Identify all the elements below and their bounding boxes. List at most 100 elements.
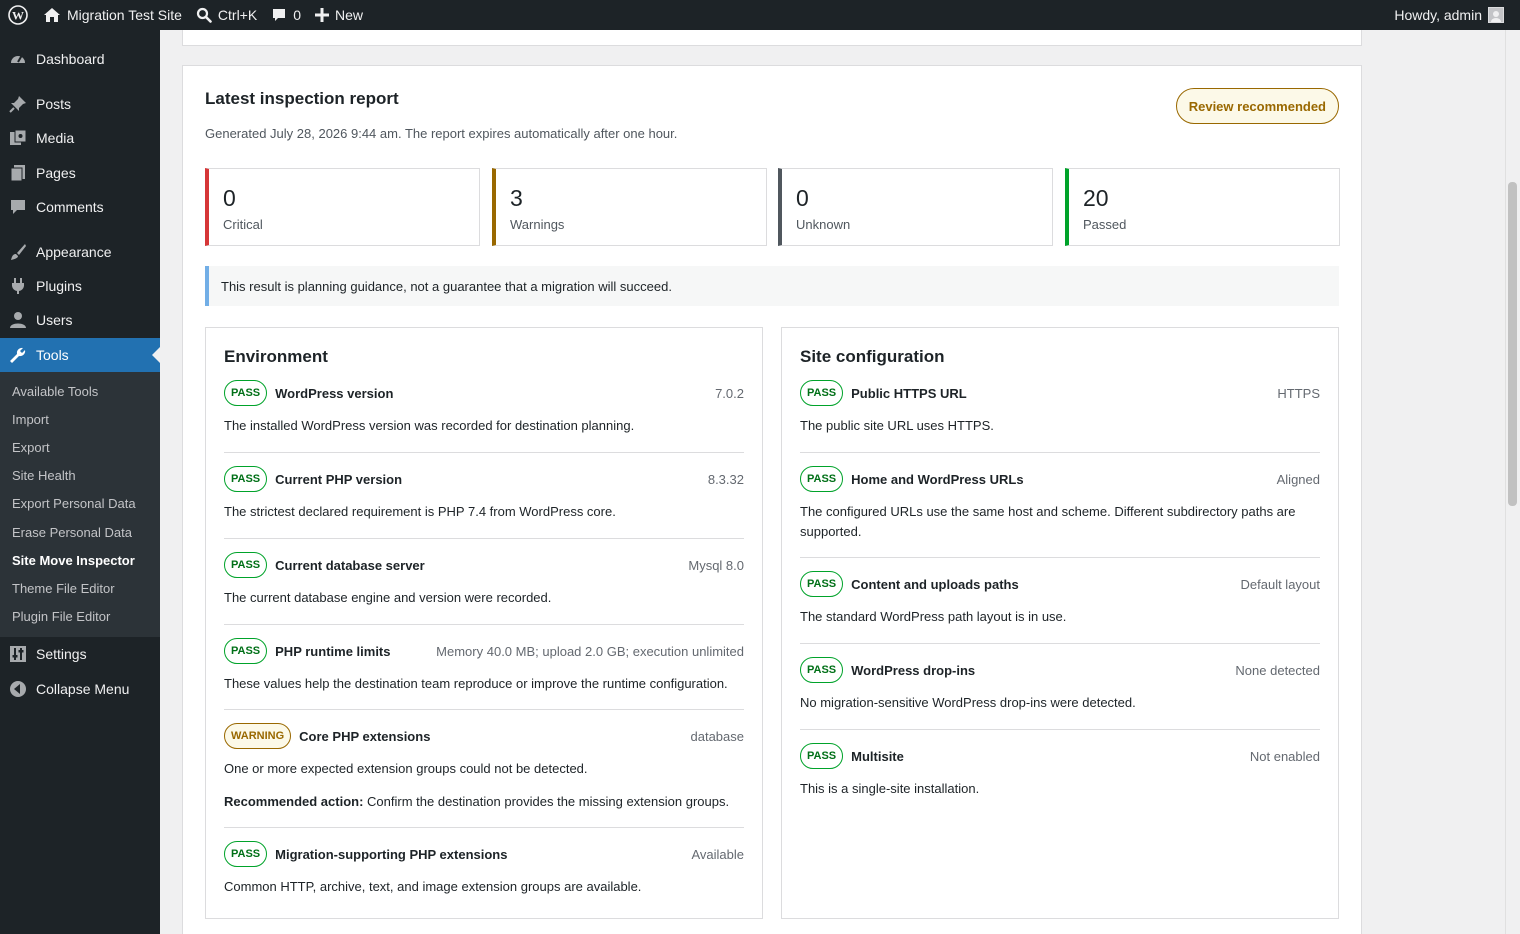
comments-link[interactable]: 0 [264,0,308,30]
check-name: Public HTTPS URL [851,385,967,401]
status-badge: PASS [224,380,268,406]
command-palette-link[interactable]: Ctrl+K [189,0,264,30]
stat-label: Critical [223,217,263,232]
search-shortcut: Ctrl+K [217,7,258,23]
stat-warnings: 3 Warnings [492,168,767,246]
submenu-item-erase-personal-data[interactable]: Erase Personal Data [12,523,132,543]
submenu-item-import[interactable]: Import [12,410,49,430]
check-value: Default layout [1240,576,1321,592]
check-description: One or more expected extension groups co… [224,761,588,776]
menu-label: Comments [36,199,104,215]
collapse-menu-button[interactable]: Collapse Menu [0,672,160,706]
menu-item-dashboard[interactable]: Dashboard [0,42,160,76]
check-item: PASS WordPress drop-ins None detected No m… [800,657,1320,713]
submenu-item-export[interactable]: Export [12,438,50,458]
dashboard-icon [0,50,36,68]
divider [800,643,1320,644]
recommended-action: Recommended action: Confirm the destinat… [224,792,744,812]
check-description: The standard WordPress path layout is in… [800,609,1067,624]
check-name: Core PHP extensions [299,728,431,744]
user-icon [0,311,36,329]
menu-label: Appearance [36,244,112,260]
wordpress-logo-icon[interactable]: W [0,0,36,30]
check-value: None detected [1235,662,1320,678]
menu-item-plugins[interactable]: Plugins [0,269,160,303]
status-badge: PASS [224,841,268,867]
brush-icon [0,243,36,261]
new-content-link[interactable]: New [308,0,370,30]
plus-icon [315,8,329,22]
panel-title: Site configuration [800,347,945,366]
menu-item-comments[interactable]: Comments [0,190,160,224]
status-badge: PASS [800,466,844,492]
check-description: The public site URL uses HTTPS. [800,418,994,433]
site-name: Migration Test Site [67,7,182,23]
status-badge: PASS [800,571,844,597]
check-value: Memory 40.0 MB; upload 2.0 GB; execution… [436,643,744,659]
submenu-item-plugin-file-editor[interactable]: Plugin File Editor [12,607,110,627]
check-item: PASS Current PHP version 8.3.32 The strict… [224,466,744,522]
inspection-report-card: Latest inspection report Generated July … [182,65,1362,934]
stat-passed: 20 Passed [1065,168,1340,246]
menu-label: Plugins [36,278,82,294]
stat-critical: 0 Critical [205,168,480,246]
menu-item-media[interactable]: Media [0,121,160,155]
my-account-link[interactable]: Howdy, admin [1394,0,1504,30]
menu-label: Pages [36,165,76,181]
check-item: PASS Home and WordPress URLs Aligned The c… [800,466,1320,542]
menu-item-posts[interactable]: Posts [0,87,160,121]
check-item: PASS Current database server Mysql 8.0 The… [224,552,744,608]
comment-icon [273,9,286,21]
check-description: This is a single-site installation. [800,781,980,796]
menu-label: Media [36,130,75,146]
menu-item-appearance[interactable]: Appearance [0,235,160,269]
submenu-item-site-move-inspector[interactable]: Site Move Inspector [12,551,135,571]
scrollbar-thumb[interactable] [1508,182,1517,506]
stat-unknown: 0 Unknown [778,168,1053,246]
site-name-link[interactable]: Migration Test Site [36,0,189,30]
check-item: PASS Migration-supporting PHP extensions A… [224,841,744,897]
menu-label: Dashboard [36,51,105,67]
status-badge: PASS [800,380,844,406]
check-item: WARNING Core PHP extensions database One o… [224,723,744,812]
admin-bar: W Migration Test Site Ctrl+K 0 New Howdy… [0,0,1520,30]
stat-value: 20 [1083,185,1109,211]
check-name: WordPress version [275,385,394,401]
submenu-item-theme-file-editor[interactable]: Theme File Editor [12,579,115,599]
menu-item-pages[interactable]: Pages [0,156,160,190]
menu-item-users[interactable]: Users [0,303,160,337]
check-value: Aligned [1276,471,1320,487]
menu-item-tools[interactable]: Tools [0,338,160,372]
check-name: Content and uploads paths [851,576,1019,592]
submenu-item-available-tools[interactable]: Available Tools [12,382,98,402]
check-description: The configured URLs use the same host an… [800,504,1296,539]
tools-submenu: Available Tools Import Export Site Healt… [0,372,160,637]
avatar [1488,7,1504,23]
stat-label: Passed [1083,217,1127,232]
submenu-item-export-personal-data[interactable]: Export Personal Data [12,494,136,514]
check-value: 8.3.32 [707,471,744,487]
action-text: Confirm the destination provides the mis… [367,794,730,809]
guidance-notice: This result is planning guidance, not a … [205,266,1339,306]
divider [800,452,1320,453]
stat-value: 0 [223,185,236,211]
pages-icon [0,164,36,182]
stat-label: Warnings [510,217,565,232]
divider [800,729,1320,730]
comments-count: 0 [293,7,301,23]
home-icon [44,8,60,22]
collapse-icon [0,680,36,698]
check-value: HTTPS [1277,385,1320,401]
submenu-item-site-health[interactable]: Site Health [12,466,76,486]
status-badge: PASS [224,552,268,578]
check-name: Current PHP version [275,471,403,487]
check-name: Home and WordPress URLs [851,471,1024,487]
status-badge: Review recommended [1175,88,1339,124]
report-generated-text: Generated July 28, 2026 9:44 am. The rep… [205,126,678,141]
check-value: database [690,728,745,744]
menu-item-settings[interactable]: Settings [0,637,160,671]
status-badge: WARNING [224,723,292,749]
settings-sliders-icon [0,645,36,663]
panel-title: Environment [224,347,328,366]
pushpin-icon [0,95,36,113]
